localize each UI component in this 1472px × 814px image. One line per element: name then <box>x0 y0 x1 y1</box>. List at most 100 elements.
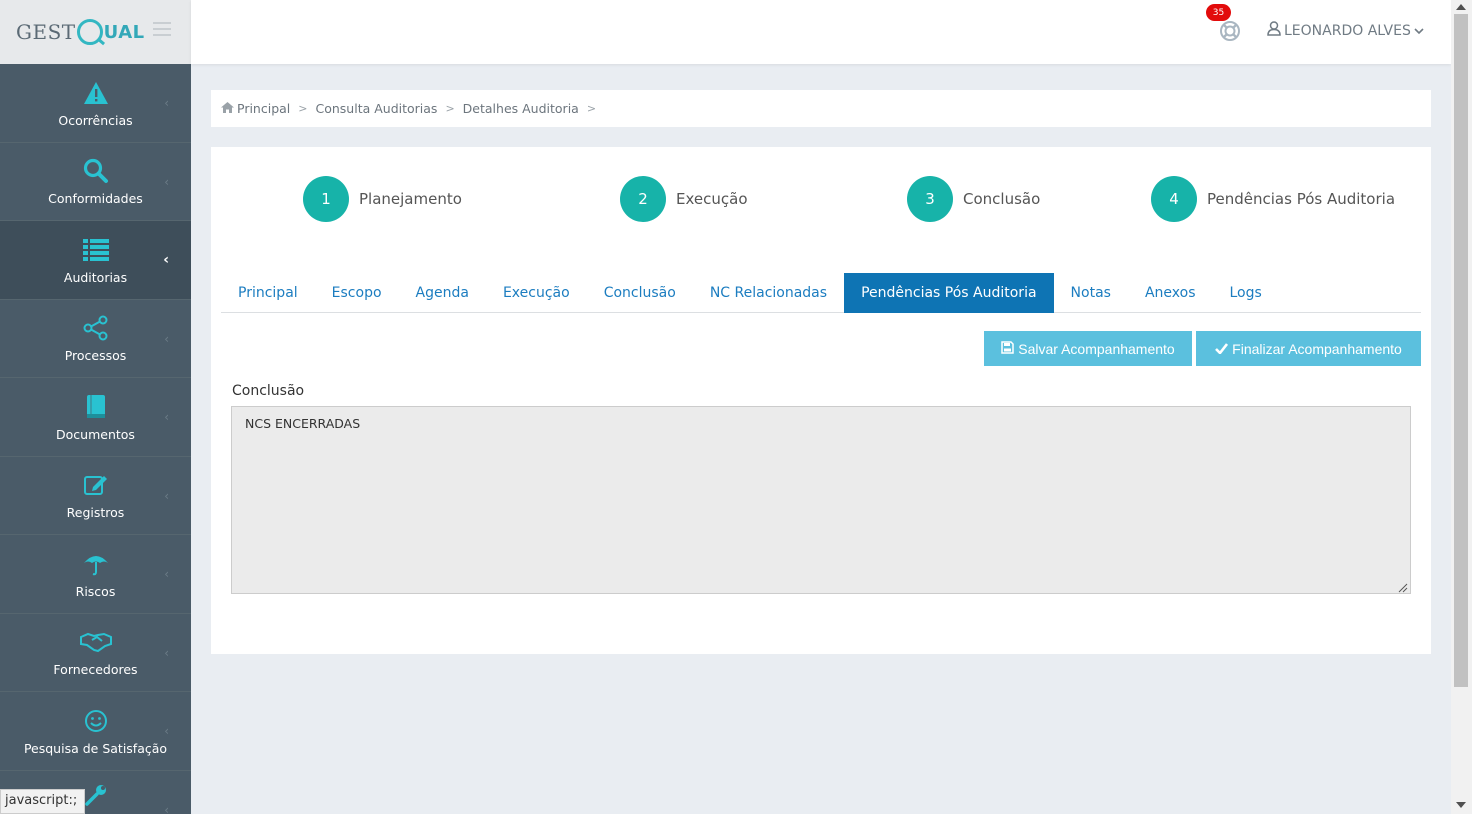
user-name: LEONARDO ALVES <box>1284 22 1411 39</box>
tab-nc-relacionadas[interactable]: NC Relacionadas <box>693 273 844 313</box>
sidebar-item-pesquisa-satisfacao[interactable]: Pesquisa de Satisfação ‹ <box>0 692 191 771</box>
step-label: Conclusão <box>963 190 1041 208</box>
page-scrollbar[interactable] <box>1451 0 1472 814</box>
step-number: 1 <box>303 176 349 222</box>
chevron-left-icon: ‹ <box>164 802 169 814</box>
step-label: Pendências Pós Auditoria <box>1207 190 1396 208</box>
sidebar-item-auditorias[interactable]: Auditorias ‹ <box>0 221 191 300</box>
chevron-left-icon: ‹ <box>164 567 169 581</box>
chevron-left-icon: ‹ <box>164 724 169 738</box>
breadcrumb-home[interactable]: Principal <box>221 101 290 116</box>
tab-principal[interactable]: Principal <box>221 273 315 313</box>
sidebar-item-label: Fornecedores <box>53 662 138 677</box>
conclusion-label: Conclusão <box>232 383 305 399</box>
chevron-left-icon: ‹ <box>163 252 169 268</box>
chevron-right-icon: > <box>445 102 455 115</box>
topbar: 35 LEONARDO ALVES <box>191 0 1451 64</box>
sidebar-item-label: Auditorias <box>63 269 128 285</box>
list-icon <box>82 236 109 264</box>
logo-text-suffix: UAL <box>103 21 145 43</box>
tab-pendencias-pos-auditoria[interactable]: Pendências Pós Auditoria <box>844 273 1054 313</box>
chevron-down-icon <box>1414 23 1424 39</box>
chevron-left-icon: ‹ <box>164 331 169 346</box>
resize-handle-icon[interactable] <box>1398 581 1408 593</box>
chevron-right-icon: > <box>586 102 597 115</box>
chevron-right-icon: > <box>298 102 308 115</box>
sidebar-item-conformidades[interactable]: Conformidades ‹ <box>0 143 191 221</box>
smile-icon <box>84 707 108 735</box>
tab-notas[interactable]: Notas <box>1054 273 1128 313</box>
chevron-left-icon: ‹ <box>164 96 169 110</box>
chevron-left-icon: ‹ <box>164 488 169 503</box>
step-number: 2 <box>620 176 666 222</box>
conclusion-value: NCS ENCERRADAS <box>245 416 361 431</box>
brand-header: GEST UAL <box>0 0 191 64</box>
sidebar: GEST UAL Ocorrências ‹ Conformidades ‹ A… <box>0 0 191 814</box>
logo-text-prefix: GEST <box>16 20 76 44</box>
sidebar-item-label: Conformidades <box>48 191 143 206</box>
book-icon <box>85 393 107 421</box>
conclusion-textarea[interactable]: NCS ENCERRADAS <box>231 406 1411 594</box>
handshake-icon <box>79 628 112 656</box>
tab-execucao[interactable]: Execução <box>486 273 587 313</box>
step-conclusao[interactable]: 3 Conclusão <box>907 176 1040 222</box>
logo[interactable]: GEST UAL <box>16 19 145 45</box>
breadcrumb-item-detalhes[interactable]: Detalhes Auditoria <box>463 101 579 116</box>
status-bar-url: javascript:; <box>0 789 85 814</box>
wrench-icon <box>84 781 108 809</box>
share-icon <box>83 314 109 342</box>
breadcrumb-item-label: Principal <box>237 101 291 116</box>
logo-q-icon <box>76 19 103 45</box>
sidebar-item-label: Ocorrências <box>58 112 133 128</box>
step-pendencias[interactable]: 4 Pendências Pós Auditoria <box>1151 176 1395 222</box>
chevron-left-icon: ‹ <box>164 645 169 660</box>
sidebar-item-fornecedores[interactable]: Fornecedores ‹ <box>0 614 191 692</box>
tab-logs[interactable]: Logs <box>1212 273 1278 313</box>
save-followup-button[interactable]: Salvar Acompanhamento <box>984 331 1192 366</box>
tab-anexos[interactable]: Anexos <box>1128 273 1213 313</box>
notification-badge[interactable]: 35 <box>1206 4 1231 21</box>
sidebar-item-label: Riscos <box>75 583 116 599</box>
breadcrumb: Principal > Consulta Auditorias > Detalh… <box>211 90 1431 127</box>
user-icon <box>1267 21 1281 40</box>
finish-followup-button[interactable]: Finalizar Acompanhamento <box>1196 331 1421 366</box>
sidebar-item-label: Processos <box>64 348 127 363</box>
user-menu[interactable]: LEONARDO ALVES <box>1267 21 1424 40</box>
check-icon <box>1215 341 1229 357</box>
audit-panel: 1 Planejamento 2 Execução 3 Conclusão 4 … <box>211 147 1431 654</box>
save-followup-label: Salvar Acompanhamento <box>1018 340 1175 357</box>
search-icon <box>83 157 109 185</box>
step-execucao[interactable]: 2 Execução <box>620 176 748 222</box>
finish-followup-label: Finalizar Acompanhamento <box>1232 340 1402 357</box>
menu-toggle-icon[interactable] <box>153 22 171 36</box>
umbrella-icon <box>83 550 109 578</box>
sidebar-item-riscos[interactable]: Riscos ‹ <box>0 535 191 614</box>
step-number: 3 <box>907 176 953 222</box>
step-number: 4 <box>1151 176 1197 222</box>
sidebar-item-processos[interactable]: Processos ‹ <box>0 300 191 378</box>
sidebar-item-ocorrencias[interactable]: Ocorrências ‹ <box>0 64 191 143</box>
scroll-down-arrow-icon[interactable] <box>1456 802 1466 808</box>
scrollbar-thumb[interactable] <box>1454 14 1468 687</box>
scroll-up-arrow-icon[interactable] <box>1456 4 1466 10</box>
chevron-left-icon: ‹ <box>164 410 169 424</box>
step-label: Execução <box>676 190 748 208</box>
warning-icon <box>83 79 109 107</box>
tab-agenda[interactable]: Agenda <box>399 273 486 313</box>
step-planejamento[interactable]: 1 Planejamento <box>303 176 462 222</box>
tab-bar: Principal Escopo Agenda Execução Conclus… <box>221 273 1421 313</box>
sidebar-item-label: Pesquisa de Satisfação <box>23 740 168 756</box>
sidebar-item-registros[interactable]: Registros ‹ <box>0 457 191 535</box>
tab-conclusao[interactable]: Conclusão <box>587 273 693 313</box>
chevron-left-icon: ‹ <box>164 174 169 189</box>
save-icon <box>1001 340 1015 357</box>
support-icon[interactable] <box>1219 20 1241 42</box>
sidebar-item-label: Documentos <box>56 426 135 442</box>
tab-escopo[interactable]: Escopo <box>315 273 399 313</box>
edit-icon <box>83 471 109 499</box>
breadcrumb-item-consulta[interactable]: Consulta Auditorias <box>315 101 437 116</box>
home-icon <box>221 101 234 116</box>
sidebar-item-documentos[interactable]: Documentos ‹ <box>0 378 191 457</box>
step-label: Planejamento <box>359 190 462 208</box>
sidebar-item-label: Registros <box>66 505 125 520</box>
